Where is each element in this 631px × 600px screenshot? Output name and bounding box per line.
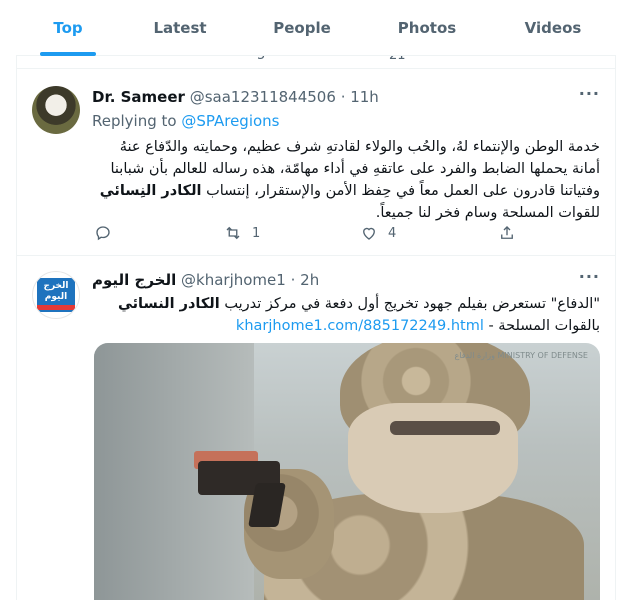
media-watermark: وزارة الدفاع MINISTRY OF DEFENSE bbox=[454, 351, 588, 360]
retweet-count: 1 bbox=[252, 225, 261, 241]
reply-button[interactable] bbox=[94, 224, 112, 242]
author-name[interactable]: Dr. Sameer bbox=[92, 88, 185, 106]
tweet-link[interactable]: kharjhome1.com/885172249.html bbox=[236, 318, 484, 334]
replying-to: Replying to @SPAregions bbox=[92, 112, 279, 130]
tab-people-label: People bbox=[273, 19, 331, 37]
tab-top[interactable]: Top bbox=[16, 0, 120, 56]
tweet-header: الخرج اليوم @kharjhome1 · 2h bbox=[92, 271, 600, 289]
author-handle[interactable]: @kharjhome1 bbox=[181, 271, 286, 289]
author-name[interactable]: الخرج اليوم bbox=[92, 271, 176, 289]
retweet-icon bbox=[226, 226, 240, 240]
tweet-text: "الدفاع" تستعرض بفيلم جهود تخريج أول دفع… bbox=[92, 293, 600, 337]
tweet-text-bold: الكادر النسائي bbox=[117, 296, 220, 312]
tweet-time[interactable]: · 11h bbox=[341, 88, 379, 106]
avatar-logo-stripe bbox=[37, 305, 75, 310]
heart-icon bbox=[363, 227, 375, 240]
retweet-button[interactable]: 1 bbox=[224, 224, 260, 242]
previous-like-count: 21 bbox=[389, 56, 406, 63]
tweet-text-part1: "الدفاع" تستعرض بفيلم جهود تخريج أول دفع… bbox=[219, 296, 600, 312]
like-count: 4 bbox=[388, 225, 397, 241]
search-tabs: Top Latest People Photos Videos bbox=[16, 0, 616, 56]
tab-latest-label: Latest bbox=[153, 19, 207, 37]
replying-prefix: Replying to bbox=[92, 112, 177, 130]
tab-latest[interactable]: Latest bbox=[120, 0, 240, 56]
avatar-logo-text: الخرج اليوم bbox=[43, 281, 69, 302]
replying-to-link[interactable]: @SPAregions bbox=[181, 112, 279, 130]
avatar[interactable] bbox=[32, 86, 80, 134]
tab-videos[interactable]: Videos bbox=[490, 0, 616, 56]
tweet[interactable]: Dr. Sameer @saa12311844506 · 11h ··· Rep… bbox=[16, 70, 616, 256]
tweet-media-video[interactable]: وزارة الدفاع MINISTRY OF DEFENSE bbox=[94, 343, 600, 600]
tab-videos-label: Videos bbox=[524, 19, 582, 37]
tweet-actions: 1 4 bbox=[92, 224, 532, 244]
reply-icon bbox=[96, 226, 110, 241]
like-button[interactable]: 4 bbox=[360, 224, 396, 242]
tab-top-label: Top bbox=[53, 19, 83, 37]
more-icon[interactable]: ··· bbox=[579, 84, 600, 103]
avatar-logo: الخرج اليوم bbox=[37, 278, 75, 312]
tweet[interactable]: الخرج اليوم الخرج اليوم @kharjhome1 · 2h… bbox=[16, 257, 616, 600]
previous-retweet-count: 5 bbox=[257, 56, 265, 63]
tweet-text-part2: للقوات المسلحة وسام فخر لنا جميعاً. bbox=[375, 205, 600, 221]
tweet-time[interactable]: · 2h bbox=[291, 271, 320, 289]
tweet-text-part2: بالقوات المسلحة - bbox=[483, 318, 600, 334]
tab-people[interactable]: People bbox=[240, 0, 364, 56]
media-figure-face-covering bbox=[348, 403, 518, 513]
avatar[interactable]: الخرج اليوم bbox=[32, 271, 80, 319]
share-icon bbox=[501, 226, 513, 239]
tab-photos-label: Photos bbox=[397, 19, 457, 37]
tweet-header: Dr. Sameer @saa12311844506 · 11h bbox=[92, 88, 600, 106]
tab-photos[interactable]: Photos bbox=[364, 0, 490, 56]
media-figure-eyes bbox=[390, 421, 500, 435]
tweet-text: خدمة الوطن والإنتماء لهُ، والحُب والولاء… bbox=[92, 136, 600, 224]
author-handle[interactable]: @saa12311844506 bbox=[190, 88, 336, 106]
tweet-text-bold: الكادر النِسائي bbox=[99, 183, 202, 199]
share-button[interactable] bbox=[498, 224, 516, 242]
previous-tweet-actions: 5 21 bbox=[16, 56, 616, 69]
more-icon[interactable]: ··· bbox=[579, 267, 600, 286]
